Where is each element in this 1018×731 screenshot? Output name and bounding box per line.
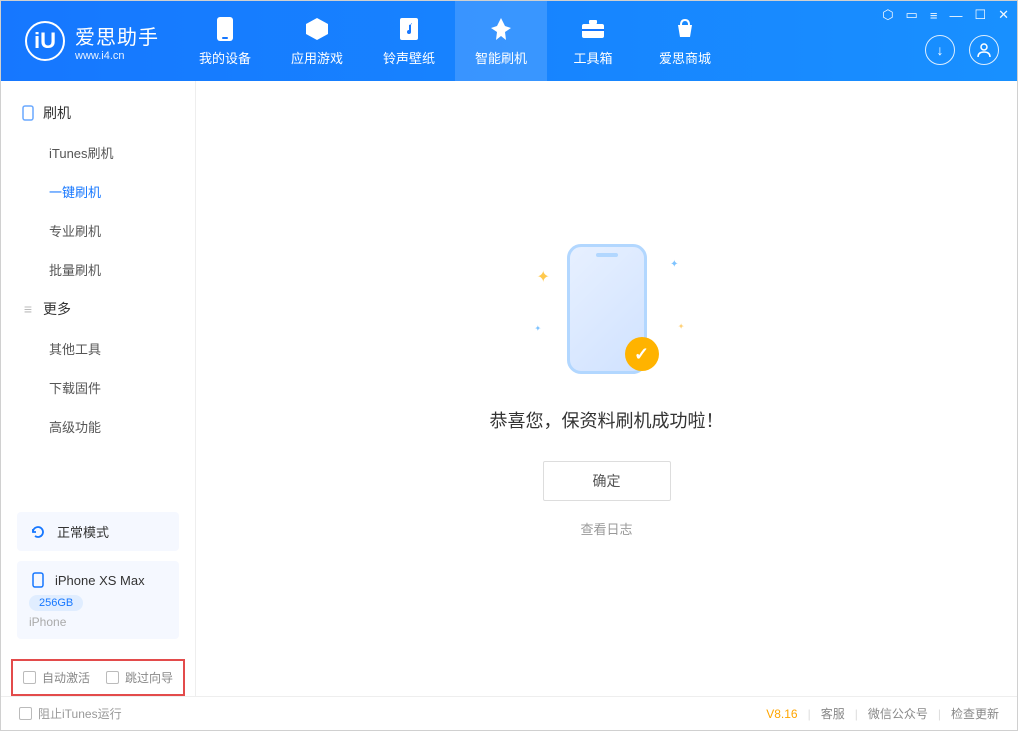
side-nav: 刷机 iTunes刷机 一键刷机 专业刷机 批量刷机 ≡ 更多 其他工具 下载固…: [1, 81, 195, 498]
separator: |: [808, 707, 811, 721]
nav-tab-apps[interactable]: 应用游戏: [271, 1, 363, 81]
ok-button[interactable]: 确定: [543, 461, 671, 501]
sparkle-icon: ✦: [678, 322, 685, 331]
sidebar-item-itunes-flash[interactable]: iTunes刷机: [1, 133, 195, 172]
device-mode-label: 正常模式: [57, 522, 109, 541]
body: 刷机 iTunes刷机 一键刷机 专业刷机 批量刷机 ≡ 更多 其他工具 下载固…: [1, 81, 1017, 696]
nav-label: 工具箱: [573, 48, 612, 67]
success-message: 恭喜您，保资料刷机成功啦！: [490, 407, 724, 433]
checkbox-skip-guide[interactable]: 跳过向导: [106, 669, 173, 686]
separator: |: [938, 707, 941, 721]
sidebar-item-other-tools[interactable]: 其他工具: [1, 329, 195, 368]
device-mode-box[interactable]: 正常模式: [17, 512, 179, 551]
separator: |: [855, 707, 858, 721]
bottom-options-highlight: 自动激活 跳过向导: [11, 659, 185, 696]
list-icon: ≡: [21, 302, 35, 316]
music-icon: [396, 16, 422, 42]
sparkle-icon: ✦: [670, 259, 678, 270]
footer-link-update[interactable]: 检查更新: [951, 705, 999, 722]
footer-link-wechat[interactable]: 微信公众号: [868, 705, 928, 722]
nav-label: 铃声壁纸: [383, 48, 435, 67]
app-subtitle: www.i4.cn: [75, 50, 159, 62]
sidebar-item-pro-flash[interactable]: 专业刷机: [1, 211, 195, 250]
minimize-icon[interactable]: —: [949, 8, 962, 23]
checkbox-icon: [19, 707, 32, 720]
user-icon[interactable]: [969, 35, 999, 65]
app-title: 爱思助手: [75, 21, 159, 50]
maximize-icon[interactable]: ☐: [974, 7, 986, 23]
toolbox-icon: [580, 16, 606, 42]
version-label: V8.16: [766, 707, 797, 721]
sidebar-item-advanced[interactable]: 高级功能: [1, 407, 195, 446]
sparkle-icon: ✦: [535, 324, 542, 333]
phone-small-icon: [21, 106, 35, 120]
nav-tab-toolbox[interactable]: 工具箱: [547, 1, 639, 81]
nav-label: 应用游戏: [291, 48, 343, 67]
nav-label: 爱思商城: [659, 48, 711, 67]
device-name-row: iPhone XS Max: [29, 571, 167, 589]
close-icon[interactable]: ✕: [998, 7, 1009, 23]
flash-icon: [488, 16, 514, 42]
sidebar: 刷机 iTunes刷机 一键刷机 专业刷机 批量刷机 ≡ 更多 其他工具 下载固…: [1, 81, 196, 696]
footer-bar: 阻止iTunes运行 V8.16 | 客服 | 微信公众号 | 检查更新: [1, 696, 1017, 730]
group-label: 刷机: [43, 103, 71, 123]
checkbox-label: 自动激活: [42, 669, 90, 686]
header-right-icons: ↓: [925, 35, 999, 65]
nav-label: 智能刷机: [475, 48, 527, 67]
storage-badge: 256GB: [29, 595, 83, 611]
nav-tab-flash[interactable]: 智能刷机: [455, 1, 547, 81]
checkmark-badge-icon: ✓: [625, 337, 659, 371]
titlebar-controls: ⬡ ▭ ≡ — ☐ ✕: [882, 7, 1009, 23]
group-label: 更多: [43, 299, 71, 319]
footer-right: V8.16 | 客服 | 微信公众号 | 检查更新: [766, 705, 999, 722]
checkbox-icon: [23, 671, 36, 684]
sidebar-item-onekey-flash[interactable]: 一键刷机: [1, 172, 195, 211]
device-info-box[interactable]: iPhone XS Max 256GB iPhone: [17, 561, 179, 639]
checkbox-auto-activate[interactable]: 自动激活: [23, 669, 90, 686]
sidebar-item-download-fw[interactable]: 下载固件: [1, 368, 195, 407]
sidebar-group-flash: 刷机: [1, 93, 195, 133]
notebook-icon[interactable]: ▭: [906, 7, 918, 23]
phone-icon: [29, 571, 47, 589]
checkbox-label: 跳过向导: [125, 669, 173, 686]
shop-icon: [672, 16, 698, 42]
success-illustration: ✦ ✦ ✦ ✦ ✓: [507, 239, 707, 379]
footer-link-support[interactable]: 客服: [821, 705, 845, 722]
device-icon: [212, 16, 238, 42]
checkbox-block-itunes[interactable]: 阻止iTunes运行: [19, 705, 122, 722]
sidebar-item-batch-flash[interactable]: 批量刷机: [1, 250, 195, 289]
tshirt-icon[interactable]: ⬡: [882, 7, 893, 23]
view-log-link[interactable]: 查看日志: [580, 519, 632, 538]
sparkle-icon: ✦: [537, 267, 550, 287]
device-name: iPhone XS Max: [55, 573, 145, 588]
app-window: ⬡ ▭ ≡ — ☐ ✕ iU 爱思助手 www.i4.cn 我的设备 应用游戏: [0, 0, 1018, 731]
nav-tab-ringtone[interactable]: 铃声壁纸: [363, 1, 455, 81]
checkbox-icon: [106, 671, 119, 684]
header-bar: ⬡ ▭ ≡ — ☐ ✕ iU 爱思助手 www.i4.cn 我的设备 应用游戏: [1, 1, 1017, 81]
apps-icon: [304, 16, 330, 42]
nav-tabs: 我的设备 应用游戏 铃声壁纸 智能刷机 工具箱 爱思商城: [179, 1, 731, 81]
checkbox-label: 阻止iTunes运行: [38, 705, 122, 722]
menu-icon[interactable]: ≡: [930, 8, 938, 23]
nav-tab-device[interactable]: 我的设备: [179, 1, 271, 81]
logo-text: 爱思助手 www.i4.cn: [75, 21, 159, 62]
refresh-icon: [29, 523, 47, 541]
download-icon[interactable]: ↓: [925, 35, 955, 65]
sidebar-group-more: ≡ 更多: [1, 289, 195, 329]
nav-tab-shop[interactable]: 爱思商城: [639, 1, 731, 81]
nav-label: 我的设备: [199, 48, 251, 67]
logo-area: iU 爱思助手 www.i4.cn: [1, 21, 179, 62]
logo-badge-icon: iU: [25, 21, 65, 61]
device-type: iPhone: [29, 615, 167, 629]
device-panel: 正常模式 iPhone XS Max 256GB iPhone: [1, 498, 195, 653]
main-content: ✦ ✦ ✦ ✦ ✓ 恭喜您，保资料刷机成功啦！ 确定 查看日志: [196, 81, 1017, 696]
